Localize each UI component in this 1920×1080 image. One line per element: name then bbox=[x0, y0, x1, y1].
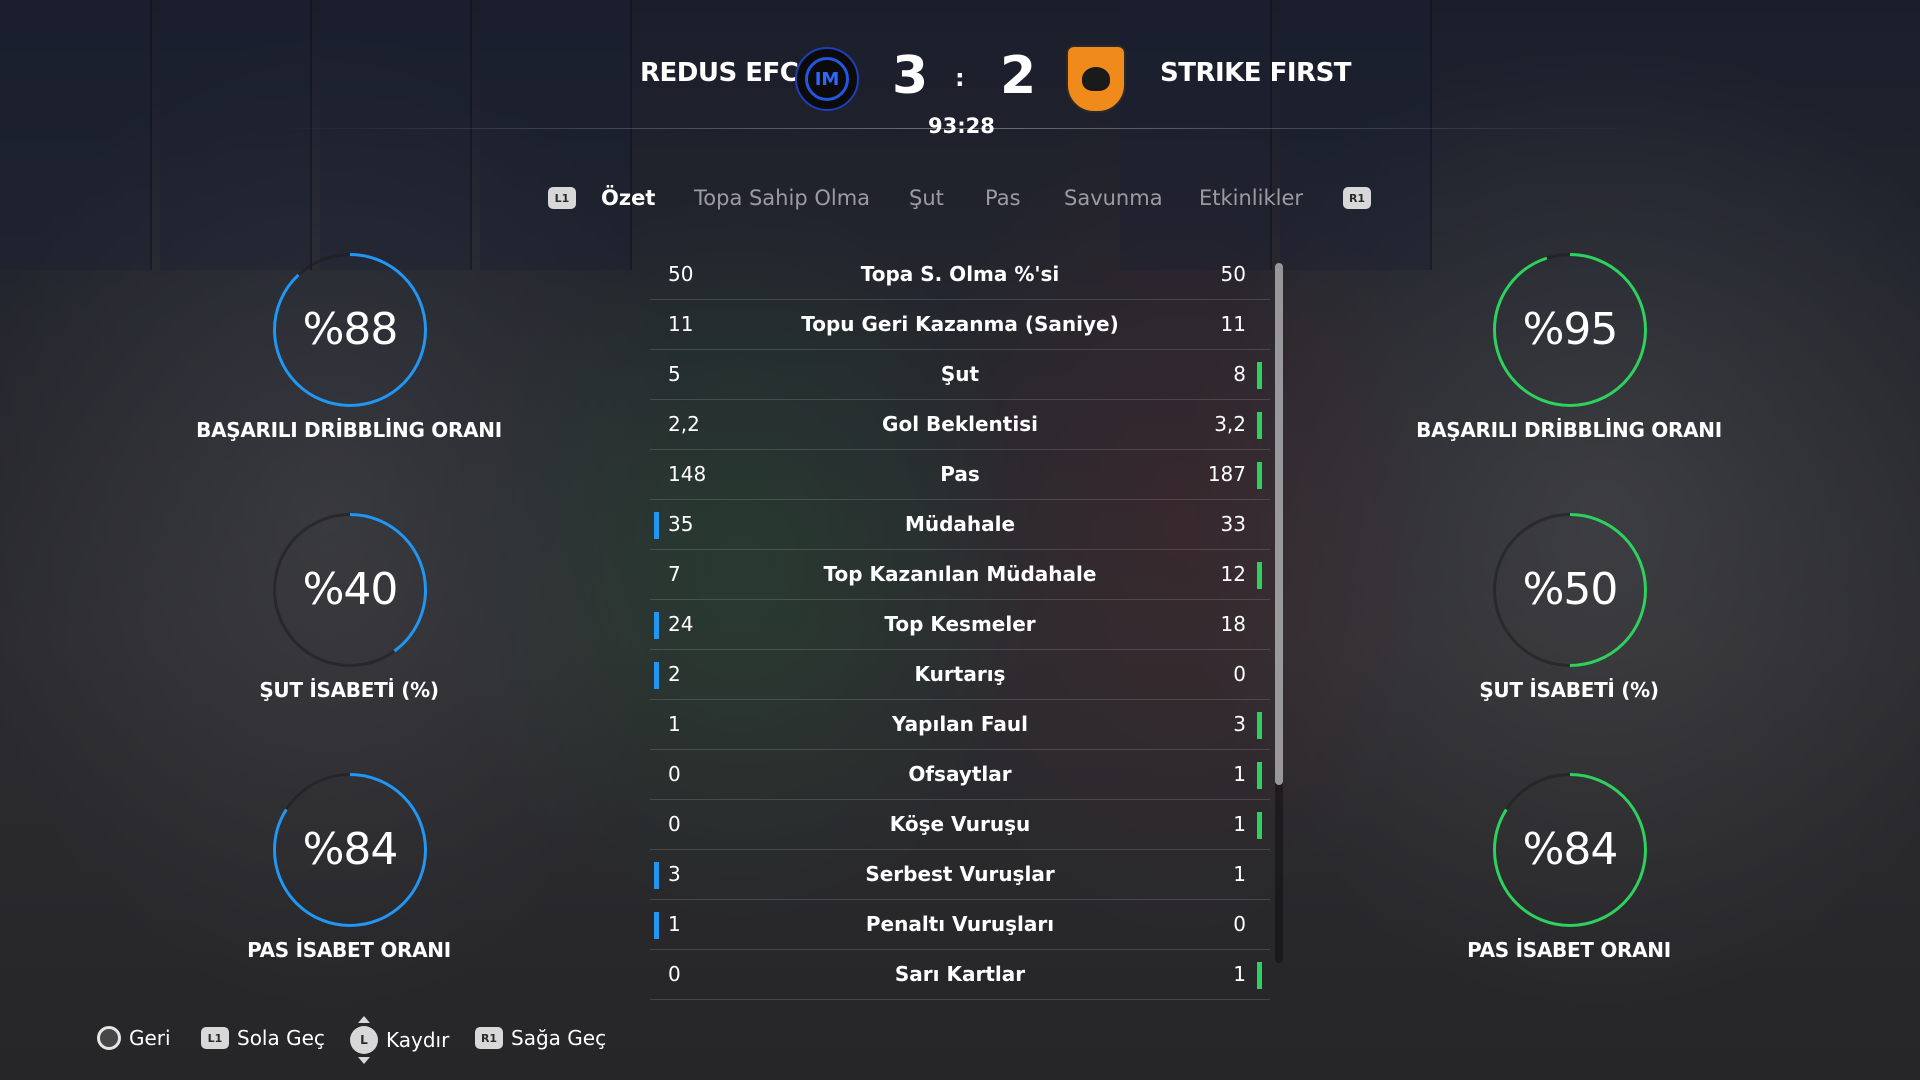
away-shot-accuracy-label: ŞUT İSABETİ (%) bbox=[1479, 678, 1659, 702]
stat-name: Top Kesmeler bbox=[884, 612, 1036, 636]
stat-away-value: 187 bbox=[1207, 462, 1246, 486]
stat-away-value: 1 bbox=[1233, 812, 1246, 836]
home-team-crest bbox=[795, 47, 859, 111]
prev-tab-hint[interactable]: L1 Sola Geç bbox=[201, 1026, 325, 1050]
back-hint-label: Geri bbox=[129, 1026, 171, 1050]
scroll-hint[interactable]: L Kaydır bbox=[350, 1016, 450, 1064]
stat-away-value: 0 bbox=[1233, 912, 1246, 936]
stat-name: Sarı Kartlar bbox=[894, 962, 1026, 986]
tab-ozet[interactable]: Özet bbox=[601, 186, 655, 210]
match-stats-table[interactable]: 50 Topa S. Olma %'si 50 11 Topu Geri Kazanma… bbox=[650, 250, 1270, 1000]
stat-row: 35 Müdahale 33 bbox=[650, 500, 1270, 550]
tab-topa-sahip-olma[interactable]: Topa Sahip Olma bbox=[694, 186, 870, 210]
stat-away-value: 8 bbox=[1233, 362, 1246, 386]
stat-row: 0 Ofsaytlar 1 bbox=[650, 750, 1270, 800]
stat-away-value: 1 bbox=[1233, 862, 1246, 886]
tab-sut[interactable]: Şut bbox=[909, 186, 944, 210]
stat-name: Penaltı Vuruşları bbox=[865, 912, 1055, 936]
l1-button-icon[interactable]: L1 bbox=[548, 187, 576, 209]
away-shot-accuracy-value: %50 bbox=[1522, 564, 1619, 615]
away-dribbling-value: %95 bbox=[1522, 304, 1619, 355]
stat-row: 5 Şut 8 bbox=[650, 350, 1270, 400]
stat-row: 24 Top Kesmeler 18 bbox=[650, 600, 1270, 650]
stat-name: Pas bbox=[940, 462, 980, 486]
stats-scrollbar-thumb[interactable] bbox=[1275, 263, 1283, 785]
tab-etkinlikler[interactable]: Etkinlikler bbox=[1199, 186, 1303, 210]
stat-away-value: 3,2 bbox=[1214, 412, 1246, 436]
away-shot-accuracy-ring: %50 bbox=[1493, 513, 1647, 667]
stat-row: 11 Topu Geri Kazanma (Saniye) 11 bbox=[650, 300, 1270, 350]
away-score: 2 bbox=[1000, 46, 1037, 106]
stat-name: Şut bbox=[940, 362, 980, 386]
stat-name: Yapılan Faul bbox=[892, 712, 1028, 736]
stat-away-value: 11 bbox=[1220, 312, 1246, 336]
home-team-name: REDUS EFC bbox=[640, 58, 799, 88]
circle-button-icon bbox=[97, 1026, 121, 1050]
stat-away-value: 3 bbox=[1233, 712, 1246, 736]
home-pass-accuracy-ring: %84 bbox=[273, 773, 427, 927]
away-team-crest bbox=[1066, 45, 1126, 113]
stat-row: 0 Sarı Kartlar 1 bbox=[650, 950, 1270, 1000]
back-hint[interactable]: Geri bbox=[97, 1026, 171, 1050]
next-tab-hint[interactable]: R1 Sağa Geç bbox=[475, 1026, 606, 1050]
home-score: 3 bbox=[892, 46, 929, 106]
stat-away-value: 12 bbox=[1220, 562, 1246, 586]
stat-away-value: 18 bbox=[1220, 612, 1246, 636]
home-dribbling-label: BAŞARILI DRİBBLİNG ORANI bbox=[196, 418, 502, 442]
stat-row: 7 Top Kazanılan Müdahale 12 bbox=[650, 550, 1270, 600]
home-pass-accuracy-label: PAS İSABET ORANI bbox=[247, 938, 451, 962]
prev-tab-hint-label: Sola Geç bbox=[237, 1026, 325, 1050]
away-pass-accuracy-ring: %84 bbox=[1493, 773, 1647, 927]
home-shot-accuracy-ring: %40 bbox=[273, 513, 427, 667]
stat-name: Köşe Vuruşu bbox=[889, 812, 1031, 836]
stat-away-value: 50 bbox=[1220, 262, 1246, 286]
l1-button-icon: L1 bbox=[201, 1027, 229, 1049]
away-pass-accuracy-value: %84 bbox=[1522, 824, 1619, 875]
stat-name: Top Kazanılan Müdahale bbox=[823, 562, 1097, 586]
stat-row: 2 Kurtarış 0 bbox=[650, 650, 1270, 700]
home-pass-accuracy-value: %84 bbox=[302, 824, 399, 875]
home-dribbling-ring: %88 bbox=[273, 253, 427, 407]
stat-row: 2,2 Gol Beklentisi 3,2 bbox=[650, 400, 1270, 450]
stat-away-value: 0 bbox=[1233, 662, 1246, 686]
away-team-name: STRIKE FIRST bbox=[1160, 58, 1352, 88]
scroll-hint-label: Kaydır bbox=[386, 1028, 450, 1052]
stat-away-value: 33 bbox=[1220, 512, 1246, 536]
tab-pas[interactable]: Pas bbox=[985, 186, 1021, 210]
stat-name: Ofsaytlar bbox=[908, 762, 1012, 786]
stat-row: 1 Yapılan Faul 3 bbox=[650, 700, 1270, 750]
match-clock: 93:28 bbox=[928, 114, 995, 138]
home-dribbling-value: %88 bbox=[302, 304, 399, 355]
stat-row: 50 Topa S. Olma %'si 50 bbox=[650, 250, 1270, 300]
away-dribbling-ring: %95 bbox=[1493, 253, 1647, 407]
stat-row: 148 Pas 187 bbox=[650, 450, 1270, 500]
r1-button-icon: R1 bbox=[475, 1027, 503, 1049]
stat-away-value: 1 bbox=[1233, 962, 1246, 986]
stat-name: Topu Geri Kazanma (Saniye) bbox=[801, 312, 1119, 336]
stat-row: 0 Köşe Vuruşu 1 bbox=[650, 800, 1270, 850]
stat-away-value: 1 bbox=[1233, 762, 1246, 786]
left-stick-icon: L bbox=[350, 1016, 378, 1064]
r1-button-icon[interactable]: R1 bbox=[1343, 187, 1371, 209]
away-pass-accuracy-label: PAS İSABET ORANI bbox=[1467, 938, 1671, 962]
score-separator: : bbox=[955, 64, 965, 92]
stat-name: Müdahale bbox=[904, 512, 1016, 536]
stat-row: 3 Serbest Vuruşlar 1 bbox=[650, 850, 1270, 900]
tab-savunma[interactable]: Savunma bbox=[1064, 186, 1163, 210]
away-dribbling-label: BAŞARILI DRİBBLİNG ORANI bbox=[1416, 418, 1722, 442]
stat-row: 1 Penaltı Vuruşları 0 bbox=[650, 900, 1270, 950]
header-divider bbox=[280, 128, 1640, 129]
stat-name: Topa S. Olma %'si bbox=[860, 262, 1060, 286]
stat-name: Kurtarış bbox=[914, 662, 1006, 686]
stat-name: Serbest Vuruşlar bbox=[865, 862, 1055, 886]
home-shot-accuracy-value: %40 bbox=[302, 564, 399, 615]
stat-name: Gol Beklentisi bbox=[882, 412, 1038, 436]
next-tab-hint-label: Sağa Geç bbox=[511, 1026, 607, 1050]
home-shot-accuracy-label: ŞUT İSABETİ (%) bbox=[259, 678, 439, 702]
